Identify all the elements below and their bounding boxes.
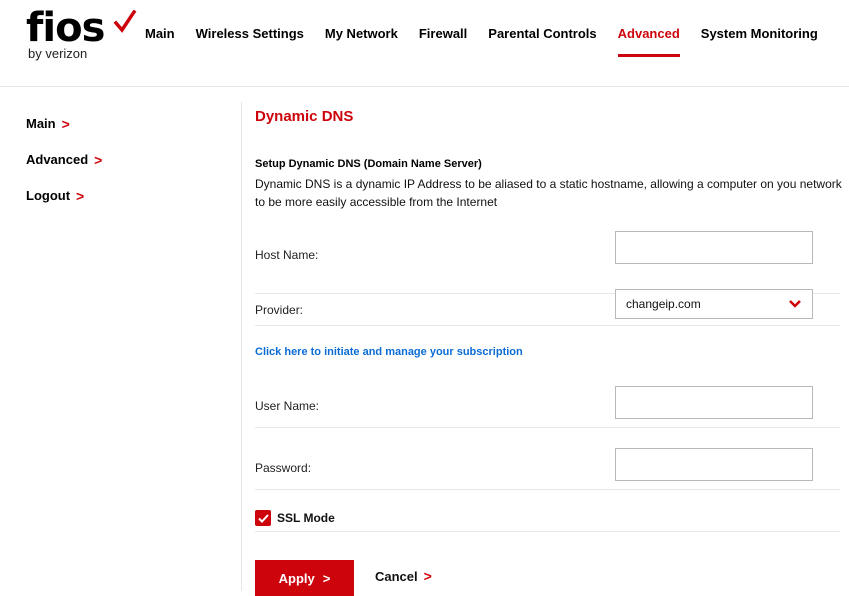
cancel-button-label: Cancel: [375, 568, 418, 584]
ssl-mode-option: SSL Mode: [255, 510, 335, 526]
logo-wordmark: fios: [26, 5, 105, 51]
topnav-system-monitoring[interactable]: System Monitoring: [701, 26, 818, 41]
sidebar-item-logout[interactable]: Logout >: [26, 188, 102, 224]
provider-label: Provider:: [255, 303, 304, 317]
password-row: Password:: [255, 448, 840, 490]
page-title: Dynamic DNS: [255, 108, 354, 125]
topnav-main[interactable]: Main: [145, 26, 175, 41]
provider-row: Provider: changeip.com: [255, 289, 840, 326]
checkmark-icon: [257, 513, 269, 523]
provider-selected-value: changeip.com: [626, 297, 701, 311]
topnav-advanced[interactable]: Advanced: [617, 26, 680, 57]
ssl-mode-label: SSL Mode: [277, 511, 335, 525]
host-name-label: Host Name:: [255, 248, 319, 262]
host-name-field[interactable]: [615, 231, 813, 264]
apply-button-label: Apply: [278, 570, 315, 586]
user-name-label: User Name:: [255, 399, 320, 413]
password-input[interactable]: [616, 449, 812, 480]
user-name-input[interactable]: [616, 387, 812, 418]
password-label: Password:: [255, 461, 312, 475]
password-field[interactable]: [615, 448, 813, 481]
host-name-input[interactable]: [616, 232, 812, 263]
description-text: Dynamic DNS is a dynamic IP Address to b…: [255, 177, 842, 209]
sidebar-item-main[interactable]: Main >: [26, 116, 102, 152]
header-divider: [0, 86, 849, 87]
chevron-right-icon: >: [94, 152, 103, 168]
topnav-wireless-settings[interactable]: Wireless Settings: [196, 26, 304, 41]
fios-logo: fios by verizon: [26, 5, 137, 61]
host-name-row: Host Name:: [255, 231, 840, 294]
top-navigation: Main Wireless Settings My Network Firewa…: [145, 26, 839, 57]
topnav-parental-controls[interactable]: Parental Controls: [488, 26, 596, 41]
chevron-right-icon: >: [61, 116, 70, 132]
provider-select[interactable]: changeip.com: [615, 289, 813, 319]
logo-check-icon: [113, 10, 137, 33]
ssl-mode-checkbox[interactable]: [255, 510, 271, 526]
sidebar-item-advanced[interactable]: Advanced >: [26, 152, 102, 188]
manage-subscription-link[interactable]: Click here to initiate and manage your s…: [255, 346, 523, 358]
setup-heading: Setup Dynamic DNS (Domain Name Server): [255, 158, 482, 170]
dynamic-dns-panel: Dynamic DNS Setup Dynamic DNS (Domain Na…: [255, 108, 849, 596]
chevron-down-icon: [789, 300, 801, 308]
chevron-right-icon: >: [423, 568, 432, 584]
sidebar-item-label: Advanced: [26, 152, 89, 167]
side-navigation: Main > Advanced > Logout >: [26, 116, 102, 224]
cancel-button[interactable]: Cancel >: [375, 568, 432, 584]
sidebar-item-label: Logout: [26, 188, 71, 203]
ssl-divider: [255, 531, 840, 532]
sidebar-divider: [241, 102, 242, 591]
chevron-right-icon: >: [322, 570, 331, 586]
chevron-right-icon: >: [76, 188, 85, 204]
topnav-my-network[interactable]: My Network: [325, 26, 398, 41]
sidebar-item-label: Main: [26, 116, 56, 131]
topnav-firewall[interactable]: Firewall: [419, 26, 467, 41]
user-name-row: User Name:: [255, 386, 840, 428]
user-name-field[interactable]: [615, 386, 813, 419]
